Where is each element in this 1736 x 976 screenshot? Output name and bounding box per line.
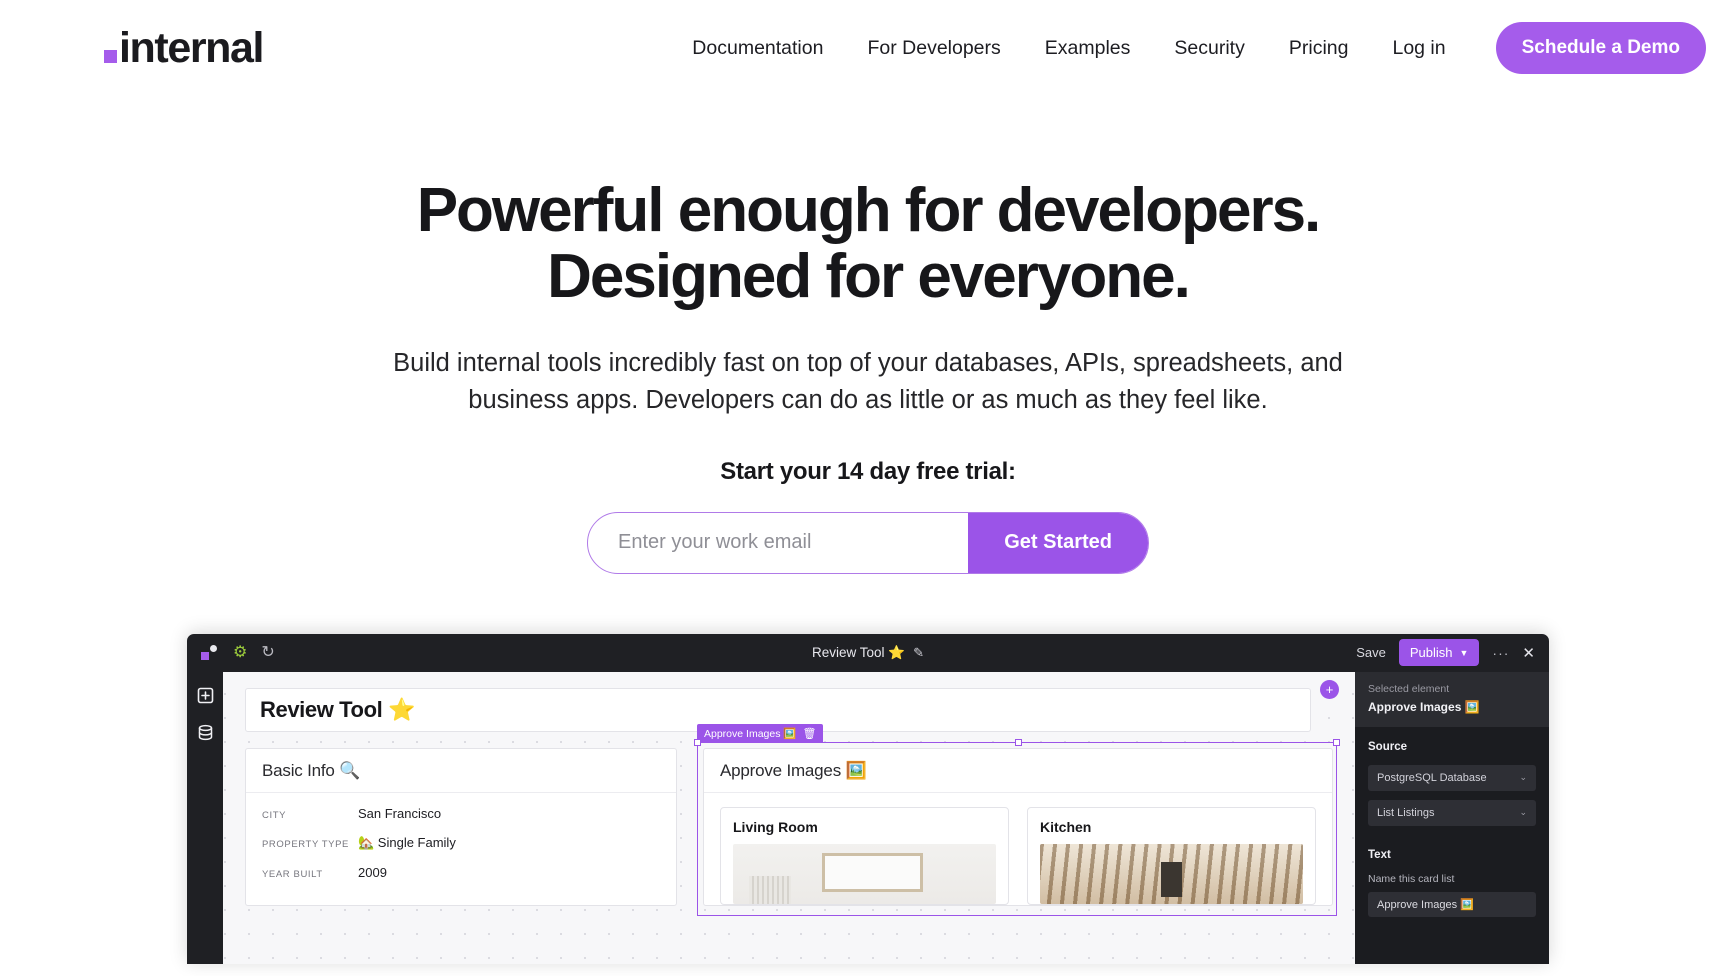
kitchen-photo — [1040, 843, 1303, 904]
field-label-property-type: PROPERTY TYPE — [262, 838, 349, 850]
close-icon[interactable]: ✕ — [1522, 644, 1535, 662]
image-card[interactable]: Kitchen — [1027, 806, 1316, 905]
app-title: Review Tool ⭐ — [811, 644, 906, 660]
approve-images-panel[interactable]: Approve Images 🖼️ Living Room Kitchen — [703, 747, 1333, 906]
save-button[interactable]: Save — [1356, 645, 1386, 660]
source-heading: Source — [1368, 740, 1407, 753]
data-sources-icon[interactable] — [196, 723, 215, 742]
builder-canvas[interactable]: + Review Tool ⭐ Basic Info 🔍 CITY San Fr… — [223, 671, 1355, 964]
publish-label: Publish — [1409, 645, 1453, 661]
source-database-value: PostgreSQL Database — [1377, 771, 1487, 784]
app-titlebar-left: ⚙ ↻ — [201, 644, 275, 662]
selected-element-block: Selected element Approve Images 🖼️ — [1355, 671, 1549, 727]
field-row-year-built: YEAR BUILT 2009 — [262, 865, 660, 880]
approve-images-heading: Approve Images 🖼️ — [704, 749, 1332, 793]
trash-icon[interactable]: 🗑 — [802, 727, 816, 740]
source-query-value: List Listings — [1377, 806, 1435, 819]
gear-icon[interactable]: ⚙ — [233, 644, 247, 661]
add-row-button[interactable]: + — [1320, 679, 1339, 699]
basic-info-panel[interactable]: Basic Info 🔍 CITY San Francisco PROPERTY… — [245, 747, 677, 906]
get-started-button[interactable]: Get Started — [968, 512, 1148, 573]
headline-line-2: Designed for everyone. — [547, 241, 1191, 311]
source-database-select[interactable]: PostgreSQL Database ⌄ — [1368, 764, 1536, 791]
selection-badge[interactable]: Approve Images 🖼️ 🗑 — [697, 723, 824, 743]
text-section: Text Name this card list Approve Images … — [1355, 835, 1549, 917]
headline-line-1: Powerful enough for developers. — [416, 176, 1322, 245]
image-card[interactable]: Living Room — [720, 806, 1009, 905]
image-card-title: Living Room — [733, 818, 818, 835]
source-query-select[interactable]: List Listings ⌄ — [1368, 799, 1536, 826]
page-title: Powerful enough for developers. Designed… — [0, 178, 1736, 309]
field-row-property-type: PROPERTY TYPE 🏡 Single Family — [262, 835, 660, 851]
add-component-icon[interactable] — [196, 686, 215, 705]
text-heading: Text — [1368, 848, 1391, 861]
nav-link-documentation[interactable]: Documentation — [670, 37, 845, 60]
image-card-title: Kitchen — [1040, 818, 1092, 835]
inspector-panel: Selected element Approve Images 🖼️ Sourc… — [1355, 671, 1549, 964]
internal-mark-icon[interactable] — [201, 644, 219, 662]
field-value-city: San Francisco — [358, 805, 442, 821]
field-value-year-built: 2009 — [358, 864, 387, 880]
chevron-down-icon: ▼ — [1459, 647, 1469, 658]
image-card-list: Living Room Kitchen — [704, 793, 1332, 905]
app-titlebar: ⚙ ↻ Review Tool ⭐ ✎ Save Publish ▼ ··· ✕ — [187, 633, 1549, 672]
app-title-group: Review Tool ⭐ ✎ — [187, 645, 1549, 661]
pencil-icon[interactable]: ✎ — [913, 645, 924, 660]
hero-subheadline: Build internal tools incredibly fast on … — [393, 349, 1343, 414]
nav-link-for-developers[interactable]: For Developers — [845, 37, 1022, 60]
nav-link-examples[interactable]: Examples — [1023, 37, 1153, 60]
nav-link-pricing[interactable]: Pricing — [1267, 37, 1371, 60]
product-screenshot: ⚙ ↻ Review Tool ⭐ ✎ Save Publish ▼ ··· ✕ — [187, 633, 1549, 964]
free-trial-label: Start your 14 day free trial: — [720, 457, 1016, 485]
selected-element-value: Approve Images 🖼️ — [1368, 699, 1480, 714]
selection-badge-label: Approve Images 🖼️ — [704, 727, 797, 740]
left-icon-rail — [187, 671, 223, 964]
field-label-year-built: YEAR BUILT — [262, 868, 323, 880]
nav-link-security[interactable]: Security — [1152, 37, 1266, 60]
logo[interactable]: internal — [104, 23, 265, 72]
selected-element-label: Selected element — [1368, 682, 1450, 695]
schedule-demo-button[interactable]: Schedule a Demo — [1495, 22, 1706, 74]
hero-section: Powerful enough for developers. Designed… — [0, 96, 1736, 574]
app-titlebar-right: Save Publish ▼ ··· ✕ — [1356, 639, 1535, 667]
app-body: + Review Tool ⭐ Basic Info 🔍 CITY San Fr… — [187, 671, 1549, 964]
top-navigation-bar: internal Documentation For Developers Ex… — [0, 0, 1736, 96]
resize-handle-top-right[interactable] — [1333, 738, 1340, 746]
basic-info-fields: CITY San Francisco PROPERTY TYPE 🏡 Singl… — [246, 793, 676, 880]
basic-info-heading: Basic Info 🔍 — [246, 749, 676, 793]
text-sublabel: Name this card list — [1368, 872, 1455, 885]
canvas-page-title: Review Tool ⭐ — [260, 696, 416, 722]
logo-dot-icon — [104, 50, 117, 64]
history-clock-icon[interactable]: ↻ — [261, 644, 274, 661]
living-room-photo — [733, 843, 996, 904]
chevron-down-icon: ⌄ — [1519, 772, 1527, 783]
nav-link-log-in[interactable]: Log in — [1370, 37, 1467, 60]
nav-links: Documentation For Developers Examples Se… — [670, 22, 1706, 74]
more-options-icon[interactable]: ··· — [1492, 645, 1509, 661]
card-list-name-input[interactable]: Approve Images 🖼️ — [1368, 891, 1536, 917]
chevron-down-icon: ⌄ — [1519, 807, 1527, 818]
field-row-city: CITY San Francisco — [262, 806, 660, 821]
publish-button[interactable]: Publish ▼ — [1398, 639, 1480, 667]
field-label-city: CITY — [262, 809, 287, 821]
work-email-input[interactable] — [588, 512, 969, 573]
resize-handle-top-left[interactable] — [694, 738, 701, 746]
signup-form: Get Started — [587, 511, 1149, 574]
approve-images-wrapper: Approve Images 🖼️ 🗑 Approve Images 🖼️ Li… — [694, 723, 1340, 916]
canvas-columns: Basic Info 🔍 CITY San Francisco PROPERTY… — [245, 723, 1340, 916]
resize-handle-top-center[interactable] — [1015, 738, 1022, 746]
logo-wordmark: internal — [119, 23, 265, 72]
field-value-property-type: 🏡 Single Family — [358, 834, 456, 850]
source-section: Source PostgreSQL Database ⌄ List Listin… — [1355, 727, 1549, 835]
